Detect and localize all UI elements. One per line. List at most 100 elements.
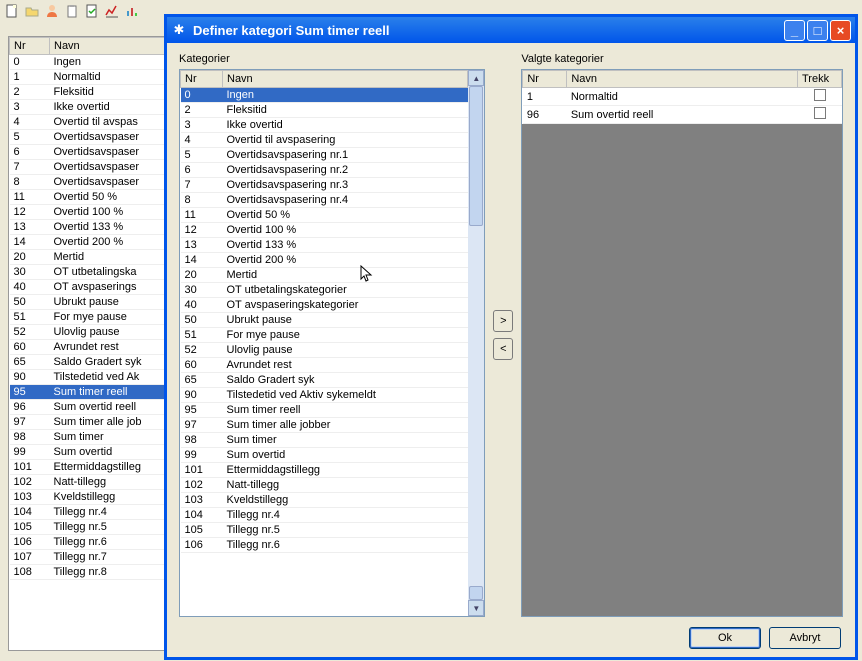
doc-check-icon[interactable] bbox=[84, 3, 100, 19]
bg-row[interactable]: 11Overtid 50 % bbox=[10, 190, 167, 205]
scroll-thumb[interactable] bbox=[469, 86, 483, 226]
bg-row[interactable]: 3Ikke overtid bbox=[10, 100, 167, 115]
selected-row[interactable]: 1Normaltid bbox=[523, 88, 842, 106]
scroll-up-button[interactable]: ▲ bbox=[468, 70, 484, 86]
available-row[interactable]: 3Ikke overtid bbox=[181, 118, 468, 133]
bg-row[interactable]: 99Sum overtid bbox=[10, 445, 167, 460]
available-row[interactable]: 65Saldo Gradert syk bbox=[181, 373, 468, 388]
available-row[interactable]: 30OT utbetalingskategorier bbox=[181, 283, 468, 298]
chart-bar-icon[interactable] bbox=[124, 3, 140, 19]
move-right-button[interactable]: > bbox=[493, 310, 513, 332]
available-row[interactable]: 104Tillegg nr.4 bbox=[181, 508, 468, 523]
bg-row[interactable]: 6Overtidsavspaser bbox=[10, 145, 167, 160]
bg-row[interactable]: 104Tillegg nr.4 bbox=[10, 505, 167, 520]
bg-col-navn[interactable]: Navn bbox=[50, 38, 167, 55]
bg-row[interactable]: 95Sum timer reell bbox=[10, 385, 167, 400]
bg-row[interactable]: 103Kveldstillegg bbox=[10, 490, 167, 505]
right-col-nr[interactable]: Nr bbox=[523, 71, 567, 88]
bg-row[interactable]: 1Normaltid bbox=[10, 70, 167, 85]
right-col-trekk[interactable]: Trekk bbox=[798, 71, 842, 88]
bg-row[interactable]: 0Ingen bbox=[10, 55, 167, 70]
available-row[interactable]: 4Overtid til avspasering bbox=[181, 133, 468, 148]
bg-row[interactable]: 96Sum overtid reell bbox=[10, 400, 167, 415]
bg-row[interactable]: 4Overtid til avspas bbox=[10, 115, 167, 130]
left-col-navn[interactable]: Navn bbox=[223, 71, 468, 88]
scroll-down-button[interactable]: ▼ bbox=[468, 600, 484, 616]
bg-row[interactable]: 52Ulovlig pause bbox=[10, 325, 167, 340]
bg-row[interactable]: 108Tillegg nr.8 bbox=[10, 565, 167, 580]
available-row[interactable]: 103Kveldstillegg bbox=[181, 493, 468, 508]
available-row[interactable]: 102Natt-tillegg bbox=[181, 478, 468, 493]
available-row[interactable]: 90Tilstedetid ved Aktiv sykemeldt bbox=[181, 388, 468, 403]
available-row[interactable]: 51For mye pause bbox=[181, 328, 468, 343]
left-col-nr[interactable]: Nr bbox=[181, 71, 223, 88]
scroll-thumb-bottom[interactable] bbox=[469, 586, 483, 600]
available-row[interactable]: 101Ettermiddagstillegg bbox=[181, 463, 468, 478]
available-row[interactable]: 0Ingen bbox=[181, 88, 468, 103]
available-row[interactable]: 13Overtid 133 % bbox=[181, 238, 468, 253]
available-row[interactable]: 2Fleksitid bbox=[181, 103, 468, 118]
available-row[interactable]: 50Ubrukt pause bbox=[181, 313, 468, 328]
bg-row[interactable]: 101Ettermiddagstilleg bbox=[10, 460, 167, 475]
bg-row[interactable]: 50Ubrukt pause bbox=[10, 295, 167, 310]
bg-row[interactable]: 13Overtid 133 % bbox=[10, 220, 167, 235]
move-left-button[interactable]: < bbox=[493, 338, 513, 360]
selected-row[interactable]: 96Sum overtid reell bbox=[523, 106, 842, 124]
maximize-button[interactable]: □ bbox=[807, 20, 828, 41]
bg-col-nr[interactable]: Nr bbox=[10, 38, 50, 55]
trekk-checkbox[interactable] bbox=[814, 89, 826, 101]
bg-row[interactable]: 98Sum timer bbox=[10, 430, 167, 445]
available-row[interactable]: 14Overtid 200 % bbox=[181, 253, 468, 268]
bg-row[interactable]: 40OT avspaserings bbox=[10, 280, 167, 295]
available-row[interactable]: 97Sum timer alle jobber bbox=[181, 418, 468, 433]
bg-row[interactable]: 2Fleksitid bbox=[10, 85, 167, 100]
available-row[interactable]: 40OT avspaseringskategorier bbox=[181, 298, 468, 313]
available-row[interactable]: 60Avrundet rest bbox=[181, 358, 468, 373]
available-row[interactable]: 11Overtid 50 % bbox=[181, 208, 468, 223]
available-row[interactable]: 95Sum timer reell bbox=[181, 403, 468, 418]
cancel-button[interactable]: Avbryt bbox=[769, 627, 841, 649]
bg-row[interactable]: 14Overtid 200 % bbox=[10, 235, 167, 250]
bg-row[interactable]: 7Overtidsavspaser bbox=[10, 160, 167, 175]
bg-row[interactable]: 12Overtid 100 % bbox=[10, 205, 167, 220]
bg-row[interactable]: 60Avrundet rest bbox=[10, 340, 167, 355]
bg-row[interactable]: 20Mertid bbox=[10, 250, 167, 265]
selected-categories-list[interactable]: Nr Navn Trekk 1Normaltid96Sum overtid re… bbox=[521, 69, 843, 617]
available-row[interactable]: 99Sum overtid bbox=[181, 448, 468, 463]
right-col-navn[interactable]: Navn bbox=[567, 71, 798, 88]
dialog-titlebar[interactable]: ✱ Definer kategori Sum timer reell _ □ × bbox=[167, 17, 855, 43]
available-row[interactable]: 5Overtidsavspasering nr.1 bbox=[181, 148, 468, 163]
bg-row[interactable]: 65Saldo Gradert syk bbox=[10, 355, 167, 370]
bg-row[interactable]: 105Tillegg nr.5 bbox=[10, 520, 167, 535]
new-icon[interactable] bbox=[4, 3, 20, 19]
ok-button[interactable]: Ok bbox=[689, 627, 761, 649]
clipboard-icon[interactable] bbox=[64, 3, 80, 19]
bg-row[interactable]: 51For mye pause bbox=[10, 310, 167, 325]
left-scrollbar[interactable]: ▲ ▼ bbox=[468, 70, 484, 616]
available-row[interactable]: 12Overtid 100 % bbox=[181, 223, 468, 238]
bg-row[interactable]: 107Tillegg nr.7 bbox=[10, 550, 167, 565]
available-row[interactable]: 7Overtidsavspasering nr.3 bbox=[181, 178, 468, 193]
trekk-checkbox[interactable] bbox=[814, 107, 826, 119]
bg-row[interactable]: 106Tillegg nr.6 bbox=[10, 535, 167, 550]
open-icon[interactable] bbox=[24, 3, 40, 19]
available-row[interactable]: 98Sum timer bbox=[181, 433, 468, 448]
available-row[interactable]: 8Overtidsavspasering nr.4 bbox=[181, 193, 468, 208]
available-row[interactable]: 20Mertid bbox=[181, 268, 468, 283]
background-category-table[interactable]: Nr Navn 0Ingen1Normaltid2Fleksitid3Ikke … bbox=[8, 36, 168, 651]
bg-row[interactable]: 90Tilstedetid ved Ak bbox=[10, 370, 167, 385]
bg-row[interactable]: 102Natt-tillegg bbox=[10, 475, 167, 490]
available-row[interactable]: 106Tillegg nr.6 bbox=[181, 538, 468, 553]
bg-row[interactable]: 30OT utbetalingska bbox=[10, 265, 167, 280]
bg-row[interactable]: 8Overtidsavspaser bbox=[10, 175, 167, 190]
available-row[interactable]: 105Tillegg nr.5 bbox=[181, 523, 468, 538]
available-row[interactable]: 52Ulovlig pause bbox=[181, 343, 468, 358]
bg-row[interactable]: 97Sum timer alle job bbox=[10, 415, 167, 430]
bg-row[interactable]: 5Overtidsavspaser bbox=[10, 130, 167, 145]
available-row[interactable]: 6Overtidsavspasering nr.2 bbox=[181, 163, 468, 178]
close-button[interactable]: × bbox=[830, 20, 851, 41]
minimize-button[interactable]: _ bbox=[784, 20, 805, 41]
available-categories-list[interactable]: Nr Navn 0Ingen2Fleksitid3Ikke overtid4Ov… bbox=[179, 69, 485, 617]
chart-line-icon[interactable] bbox=[104, 3, 120, 19]
user-icon[interactable] bbox=[44, 3, 60, 19]
